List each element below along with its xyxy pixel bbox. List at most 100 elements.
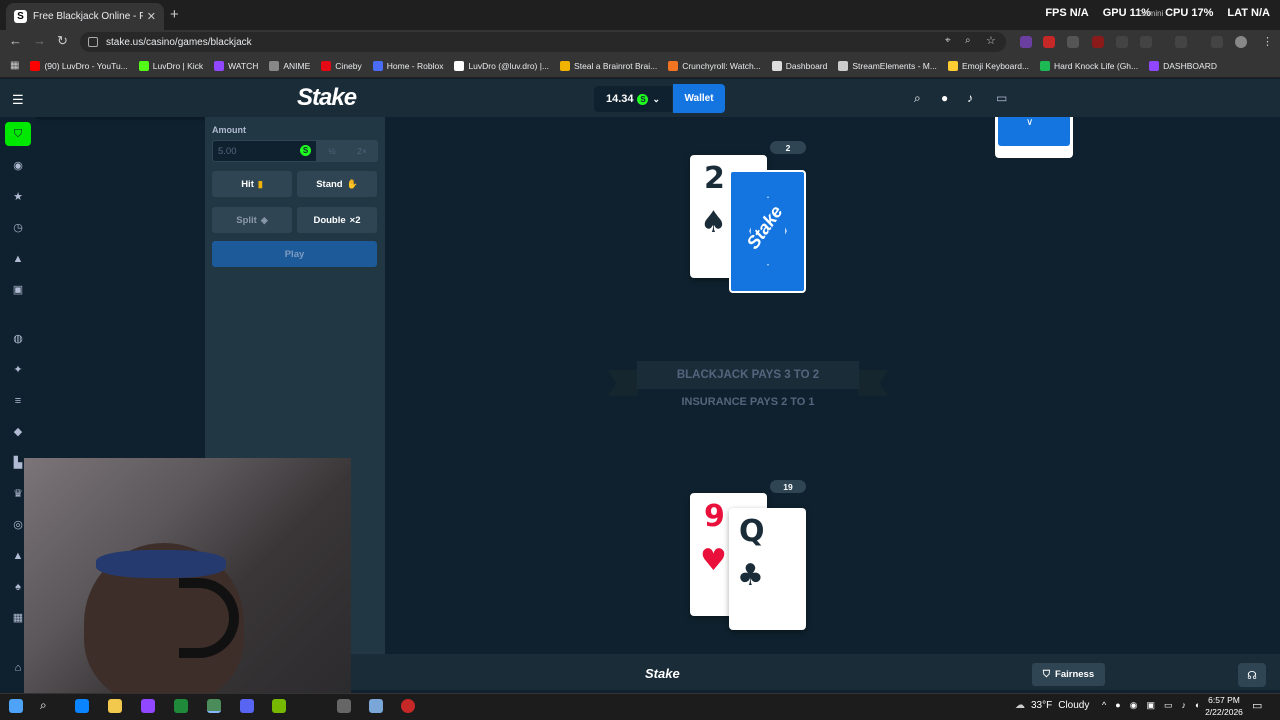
gemini-label[interactable]: Gemini xyxy=(1138,9,1163,18)
bookmark-item[interactable]: StreamElements - M... xyxy=(838,60,937,71)
fairness-button[interactable]: ⛉ Fairness xyxy=(1032,663,1105,686)
dealer-hole-card-back: Stake xyxy=(729,170,806,293)
menu-kebab-icon[interactable]: ⋮ xyxy=(1262,35,1273,48)
bookmark-label: Dashboard xyxy=(785,60,828,71)
stake-exclusives-icon[interactable]: ♛ xyxy=(11,488,25,500)
site-info-icon[interactable] xyxy=(88,37,98,47)
bookmark-item[interactable]: Hard Knock Life (Gh... xyxy=(1040,60,1138,71)
bets-icon[interactable]: ▣ xyxy=(11,284,25,296)
chrome-icon[interactable] xyxy=(207,699,221,713)
app-icon[interactable] xyxy=(141,699,155,713)
extensions-puzzle-icon[interactable] xyxy=(1140,36,1152,48)
wallet-button[interactable]: Wallet xyxy=(673,84,725,113)
shield-icon[interactable]: ⛉ xyxy=(5,122,31,146)
extension-icon[interactable] xyxy=(1020,36,1032,48)
reload-icon[interactable]: ↻ xyxy=(57,33,68,49)
split-button[interactable]: Split ◈ xyxy=(212,207,292,233)
bookmark-item[interactable]: Steal a Brainrot Brai... xyxy=(560,60,658,71)
weather-widget[interactable]: ☁ 33°F Cloudy xyxy=(1015,700,1089,711)
edge-icon[interactable] xyxy=(75,699,89,713)
hit-button[interactable]: Hit ▮ xyxy=(212,171,292,197)
extension-icon[interactable] xyxy=(1067,36,1079,48)
close-tab-icon[interactable]: ✕ xyxy=(147,10,156,23)
game-shows-icon[interactable]: ▙ xyxy=(11,457,25,469)
bookmark-label: Emoji Keyboard... xyxy=(961,60,1030,71)
file-explorer-icon[interactable] xyxy=(108,699,122,713)
browser-tab[interactable]: S Free Blackjack Online - Play Bla ✕ xyxy=(6,3,164,30)
bookmark-item[interactable]: Crunchyroll: Watch... xyxy=(668,60,761,71)
zoom-icon[interactable]: ⌕ xyxy=(965,35,971,46)
app-icon[interactable] xyxy=(337,699,351,713)
system-tray-icons[interactable]: ^●◉▣▭♪◐ xyxy=(1102,700,1209,711)
sweeps-coin-icon: S xyxy=(637,93,649,105)
bookmark-item[interactable]: ANIME xyxy=(269,60,310,71)
reading-list-icon[interactable] xyxy=(1211,36,1223,48)
bookmark-favicon-icon xyxy=(560,60,571,71)
bookmark-item[interactable]: LuvDro | Kick xyxy=(138,60,203,71)
favourites-star-icon[interactable]: ★ xyxy=(11,191,25,203)
blackjack-icon[interactable]: ▲ xyxy=(11,550,25,562)
apps-grid-icon[interactable]: ▦ xyxy=(10,60,19,71)
recent-clock-icon[interactable]: ◷ xyxy=(11,222,25,234)
chat-icon[interactable]: ▭ xyxy=(996,91,1007,105)
location-icon[interactable]: ⌖ xyxy=(945,35,951,46)
bookmark-item[interactable]: WATCH xyxy=(214,60,258,71)
originals-icon[interactable]: ◍ xyxy=(11,333,25,345)
notification-bell-icon[interactable]: ♪ xyxy=(967,91,973,105)
back-arrow-icon[interactable]: ← xyxy=(9,33,22,48)
roulette-icon[interactable]: ◎ xyxy=(11,519,25,531)
discord-icon[interactable] xyxy=(240,699,254,713)
extension-icon[interactable] xyxy=(1116,36,1128,48)
xbox-icon[interactable] xyxy=(174,699,188,713)
bookmark-item[interactable]: Emoji Keyboard... xyxy=(947,60,1030,71)
stake-favicon-icon: S xyxy=(14,10,27,23)
bookmark-item[interactable]: Home - Roblox xyxy=(372,60,443,71)
new-releases-icon[interactable]: ✦ xyxy=(11,364,25,376)
bookmark-favicon-icon xyxy=(269,60,280,71)
promotions-icon[interactable]: ⌂ xyxy=(11,662,25,674)
search-icon[interactable]: ⌕ xyxy=(914,91,921,106)
stake-logo[interactable]: Stake xyxy=(297,84,357,112)
cast-icon[interactable] xyxy=(1175,36,1187,48)
insurance-text: INSURANCE PAYS 2 TO 1 xyxy=(681,396,815,408)
forward-arrow-icon[interactable]: → xyxy=(33,33,46,48)
extension-icon[interactable] xyxy=(1092,36,1104,48)
player-total-badge: 19 xyxy=(770,480,806,493)
half-bet-button[interactable]: ½ xyxy=(317,146,347,156)
windows-start-icon[interactable] xyxy=(9,699,23,713)
bookmark-label: Steal a Brainrot Brai... xyxy=(574,60,658,71)
stand-button[interactable]: Stand ✋ xyxy=(297,171,377,197)
notepad-icon[interactable] xyxy=(369,699,383,713)
double-bet-button[interactable]: 2× xyxy=(347,146,377,156)
footer-stake-logo: Stake xyxy=(645,666,680,681)
user-icon[interactable]: ● xyxy=(941,91,948,105)
balance-display[interactable]: 14.34 S ⌄ xyxy=(594,86,672,112)
page-margin xyxy=(1111,117,1280,690)
clock-time: 6:57 PM xyxy=(1208,695,1240,705)
obs-icon[interactable] xyxy=(401,699,415,713)
play-button[interactable]: Play xyxy=(212,241,377,267)
address-bar[interactable]: stake.us/casino/games/blackjack xyxy=(80,32,1006,52)
live-support-headset-icon[interactable]: ☊ xyxy=(1238,663,1266,687)
bookmark-item[interactable]: (90) LuvDro - YouTu... xyxy=(30,60,128,71)
bookmark-item[interactable]: DASHBOARD xyxy=(1149,60,1217,71)
taskbar-clock[interactable]: 6:57 PM 2/22/2026 xyxy=(1204,694,1244,718)
baccarat-icon[interactable]: ♠ xyxy=(11,581,25,593)
extension-icon[interactable] xyxy=(1043,36,1055,48)
new-tab-icon[interactable]: + xyxy=(170,6,179,23)
casino-icon[interactable]: ◉ xyxy=(11,160,25,172)
notification-icon[interactable]: ▭ xyxy=(1252,699,1262,712)
menu-hamburger-icon[interactable]: ☰ xyxy=(12,92,24,108)
search-icon[interactable]: ⌕ xyxy=(40,698,47,713)
bookmark-star-icon[interactable]: ☆ xyxy=(986,34,996,47)
slots-icon[interactable]: ≡ xyxy=(11,395,25,407)
double-button[interactable]: Double ×2 xyxy=(297,207,377,233)
live-casino-icon[interactable]: ◆ xyxy=(11,426,25,438)
profile-avatar[interactable] xyxy=(1235,36,1247,48)
challenges-icon[interactable]: ▲ xyxy=(11,253,25,265)
bookmark-item[interactable]: Cineby xyxy=(321,60,362,71)
all-games-grid-icon[interactable]: ▦ xyxy=(11,612,25,624)
nvidia-icon[interactable] xyxy=(272,699,286,713)
bookmark-item[interactable]: LuvDro (@luv.dro) |... xyxy=(454,60,549,71)
bookmark-item[interactable]: Dashboard xyxy=(771,60,828,71)
